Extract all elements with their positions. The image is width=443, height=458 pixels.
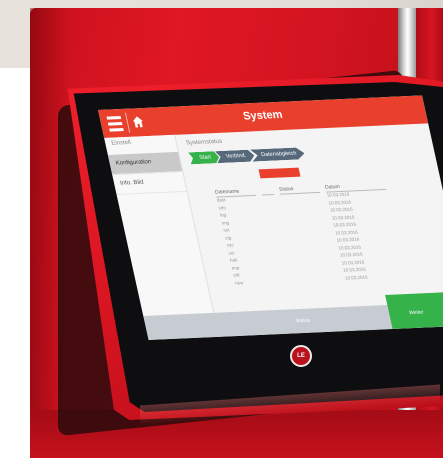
step-sync[interactable]: Datenabgleich [250,147,306,161]
continue-button[interactable]: Weiter [385,291,443,330]
step-start[interactable]: Start [188,151,220,164]
file-table: Dateiname Status Datum data 10.03.2016 inf… [214,181,436,288]
continue-label: Weiter [408,309,425,317]
brand-logo: LE [290,345,312,367]
table-cell [298,275,340,284]
step-connect[interactable]: Verbind. [215,149,256,163]
brand-logo-text: LE [297,353,305,359]
screen-content: Systemstatus Start Verbind. Datenabgleic… [181,128,443,315]
progress-steps: Start Verbind. Datenabgleich [188,147,303,164]
touchscreen: System Einstell Konfiguration Info. Bild… [98,95,443,340]
section-label: Systemstatus [185,138,223,147]
bottom-status-label: Status [295,317,311,325]
table-cell [280,277,294,285]
table-cell: new [234,279,244,286]
table-body: data 10.03.2016 info 10.03.2016 log 10.03.201… [216,189,436,288]
photo-scene: System Einstell Konfiguration Info. Bild… [0,0,443,458]
table-cell: 10.03.2016 [344,274,369,281]
sidebar-item-info[interactable]: Info. Bild [112,171,187,195]
action-button[interactable] [258,167,301,179]
